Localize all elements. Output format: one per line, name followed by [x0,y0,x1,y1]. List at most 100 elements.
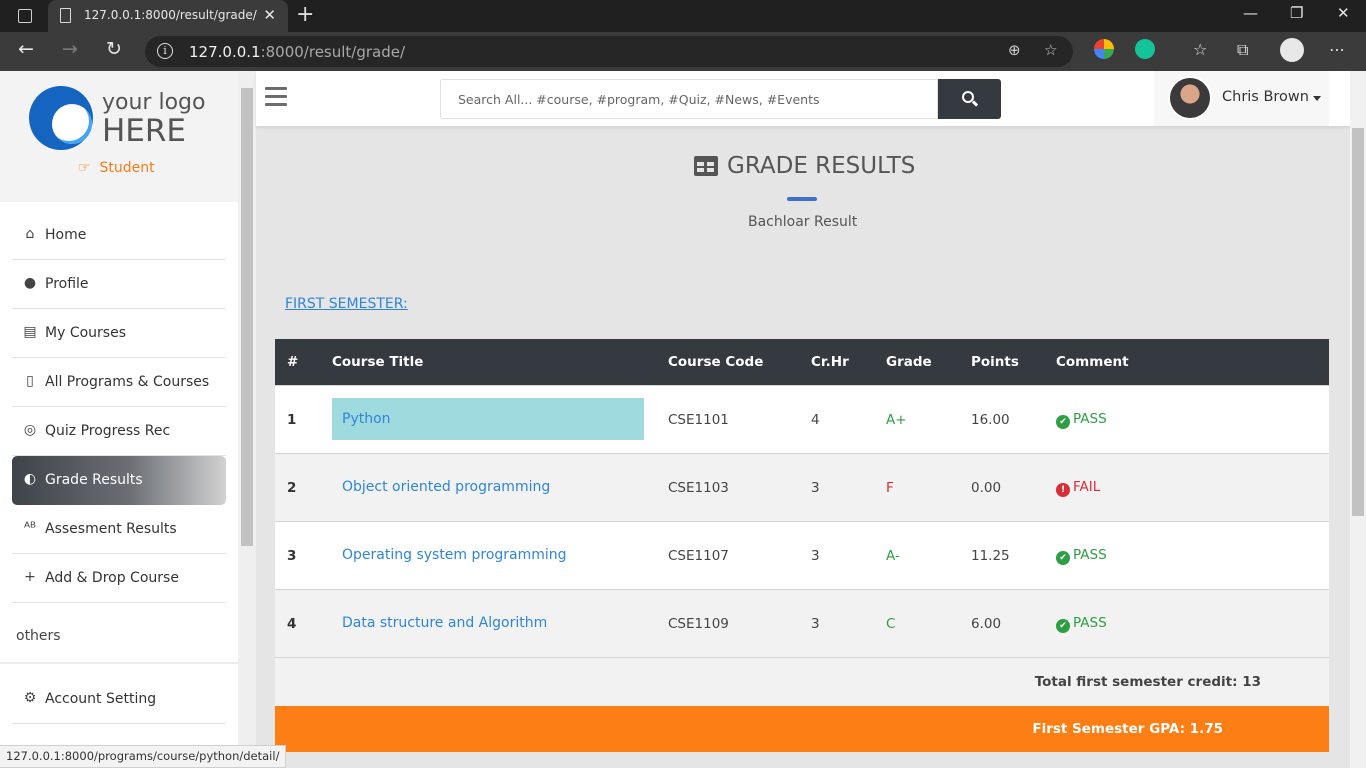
site-info-icon[interactable]: i [157,43,173,59]
sidebar-item-profile[interactable]: ● Profile [12,260,226,309]
brand-area: your logo HERE ☞ Student [0,71,238,202]
sidebar-item-add-drop-course[interactable]: + Add & Drop Course [12,554,226,603]
menu-toggle-icon[interactable] [265,87,287,111]
points: 11.25 [971,548,1010,564]
user-menu[interactable]: Chris Brown [1154,71,1329,126]
table-icon [694,156,718,176]
dot-circle-icon: ◎ [23,422,37,438]
gears-icon: ⚙ [23,690,37,706]
column-header: Comment [1056,354,1129,370]
logo-icon[interactable] [29,86,93,150]
column-header: Course Title [332,354,424,370]
credit-hours: 3 [811,548,820,564]
grade: C [886,616,896,632]
close-window-button[interactable]: ✕ [1337,4,1350,22]
tab-close-icon[interactable]: ✕ [263,6,276,24]
column-header: Grade [886,354,932,370]
total-credit-row: Total first semester credit: 13 [275,657,1329,706]
hand-point-icon: ☞ [78,160,91,176]
sidebar-item-label: Assesment Results [45,521,177,537]
grade: F [886,480,894,496]
points: 6.00 [971,616,1002,632]
course-code: CSE1101 [668,412,729,428]
title-underline [787,197,817,201]
top-header: Chris Brown [256,71,1350,126]
user-icon: ● [23,275,37,291]
course-title-link[interactable]: Python [332,398,644,440]
page-scrollbar-thumb[interactable] [1352,128,1364,516]
caret-down-icon[interactable] [1313,96,1321,101]
sidebar: your logo HERE ☞ Student ⌂ Home ● Profil… [0,71,238,768]
sidebar-item-quiz-progress[interactable]: ◎ Quiz Progress Rec [12,407,226,456]
grade: A- [886,548,900,564]
course-code: CSE1109 [668,616,729,632]
browser-tab[interactable]: 127.0.0.1:8000/result/grade/ ✕ [48,0,288,32]
back-button[interactable]: ← [18,38,34,60]
table-row: 3 Operating system programming CSE1107 3… [275,521,1329,589]
check-circle-icon: ✔ [1056,415,1070,429]
course-title-link[interactable]: Data structure and Algorithm [332,602,644,644]
browser-profile-icon[interactable] [1280,38,1304,62]
book-icon: ▤ [23,324,37,340]
divider [0,662,238,664]
avatar[interactable] [1168,76,1212,120]
sidebar-scrollbar-thumb[interactable] [241,88,253,546]
restore-button[interactable]: ❐ [1290,4,1303,22]
check-circle-icon: ✔ [1056,551,1070,565]
sidebar-item-all-programs[interactable]: ▯ All Programs & Courses [12,358,226,407]
url-text[interactable]: 127.0.0.1:8000/result/grade/ [189,43,405,61]
minimize-button[interactable]: — [1243,4,1258,22]
sidebar-item-label: Quiz Progress Rec [45,423,171,439]
course-title-link[interactable]: Object oriented programming [332,466,644,508]
page-icon [60,8,71,23]
extension-icon[interactable] [1094,39,1114,59]
sidebar-item-account-setting[interactable]: ⚙ Account Setting [12,675,226,724]
status-badge: ✔ PASS [1056,547,1107,565]
search-input[interactable] [440,79,938,119]
link-preview-status: 127.0.0.1:8000/programs/course/python/de… [0,745,287,768]
sidebar-item-label: Account Setting [45,691,157,707]
points: 16.00 [971,412,1010,428]
column-header: Points [971,354,1019,370]
search-button[interactable] [938,79,1001,119]
credit-hours: 3 [811,480,820,496]
logo-text-line1[interactable]: your logo [102,90,205,115]
row-number: 3 [287,548,297,564]
row-number: 1 [287,412,297,428]
first-semester-link[interactable]: FIRST SEMESTER: [285,296,408,312]
table-row: 4 Data structure and Algorithm CSE1109 3… [275,589,1329,657]
new-tab-button[interactable]: + [296,2,314,28]
logo-text-line2[interactable]: HERE [102,113,186,149]
sidebar-item-my-courses[interactable]: ▤ My Courses [12,309,226,358]
favorites-icon[interactable]: ☆ [1193,40,1207,59]
window-menu-icon[interactable] [18,9,32,23]
exclamation-circle-icon: ! [1056,483,1070,497]
sidebar-item-assesment-results[interactable]: ᴬᴮ Assesment Results [12,505,226,554]
check-circle-icon: ✔ [1056,619,1070,633]
table-row: 2 Object oriented programming CSE1103 3 … [275,453,1329,521]
more-menu-icon[interactable]: ⋯ [1329,40,1345,59]
book-open-icon: ▯ [26,373,34,389]
sidebar-item-label: Home [45,227,87,243]
home-icon: ⌂ [25,226,35,242]
reload-button[interactable]: ↻ [106,38,122,60]
page-subtitle: Bachloar Result [748,214,858,230]
sidebar-item-label: Grade Results [45,472,143,488]
table-row: 1 Python CSE1101 4 A+ 16.00 ✔ PASS [275,385,1329,453]
column-header: # [287,354,299,370]
collections-icon[interactable]: ⧉ [1237,40,1248,60]
course-title-link[interactable]: Operating system programming [332,534,644,576]
zoom-icon[interactable]: ⊕ [1008,41,1021,59]
column-header: Cr.Hr [811,354,849,370]
user-name[interactable]: Chris Brown [1222,89,1309,105]
sidebar-item-home[interactable]: ⌂ Home [12,211,226,260]
forward-button[interactable]: → [62,38,78,60]
add-favorite-icon[interactable]: ☆ [1044,41,1057,59]
row-number: 2 [287,480,297,496]
address-bar[interactable]: i 127.0.0.1:8000/result/grade/ ⊕ ☆ [145,36,1073,67]
grade: A+ [886,412,907,428]
total-credit: Total first semester credit: 13 [1034,674,1261,690]
course-code: CSE1107 [668,548,729,564]
grammarly-extension-icon[interactable] [1135,39,1155,59]
sidebar-item-grade-results[interactable]: ◐ Grade Results [12,456,226,505]
